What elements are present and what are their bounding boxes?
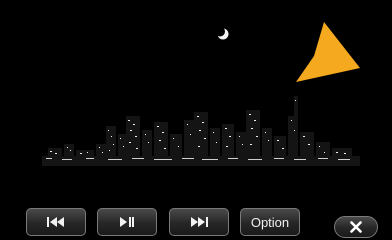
close-button[interactable] <box>334 216 378 238</box>
play-pause-button[interactable] <box>97 208 157 236</box>
option-button-label: Option <box>250 214 290 230</box>
previous-track-button[interactable] <box>26 208 86 236</box>
playback-controls: Option <box>0 205 392 240</box>
play-pause-icon <box>120 217 134 227</box>
next-track-button[interactable] <box>169 208 229 236</box>
option-button[interactable]: Option <box>240 208 300 236</box>
skip-next-icon <box>191 217 208 227</box>
skip-previous-icon <box>47 217 64 227</box>
navigation-arrow-icon <box>296 22 360 82</box>
video-player-screen: Option <box>0 0 392 240</box>
moon-icon <box>215 26 229 40</box>
close-icon <box>350 221 362 233</box>
